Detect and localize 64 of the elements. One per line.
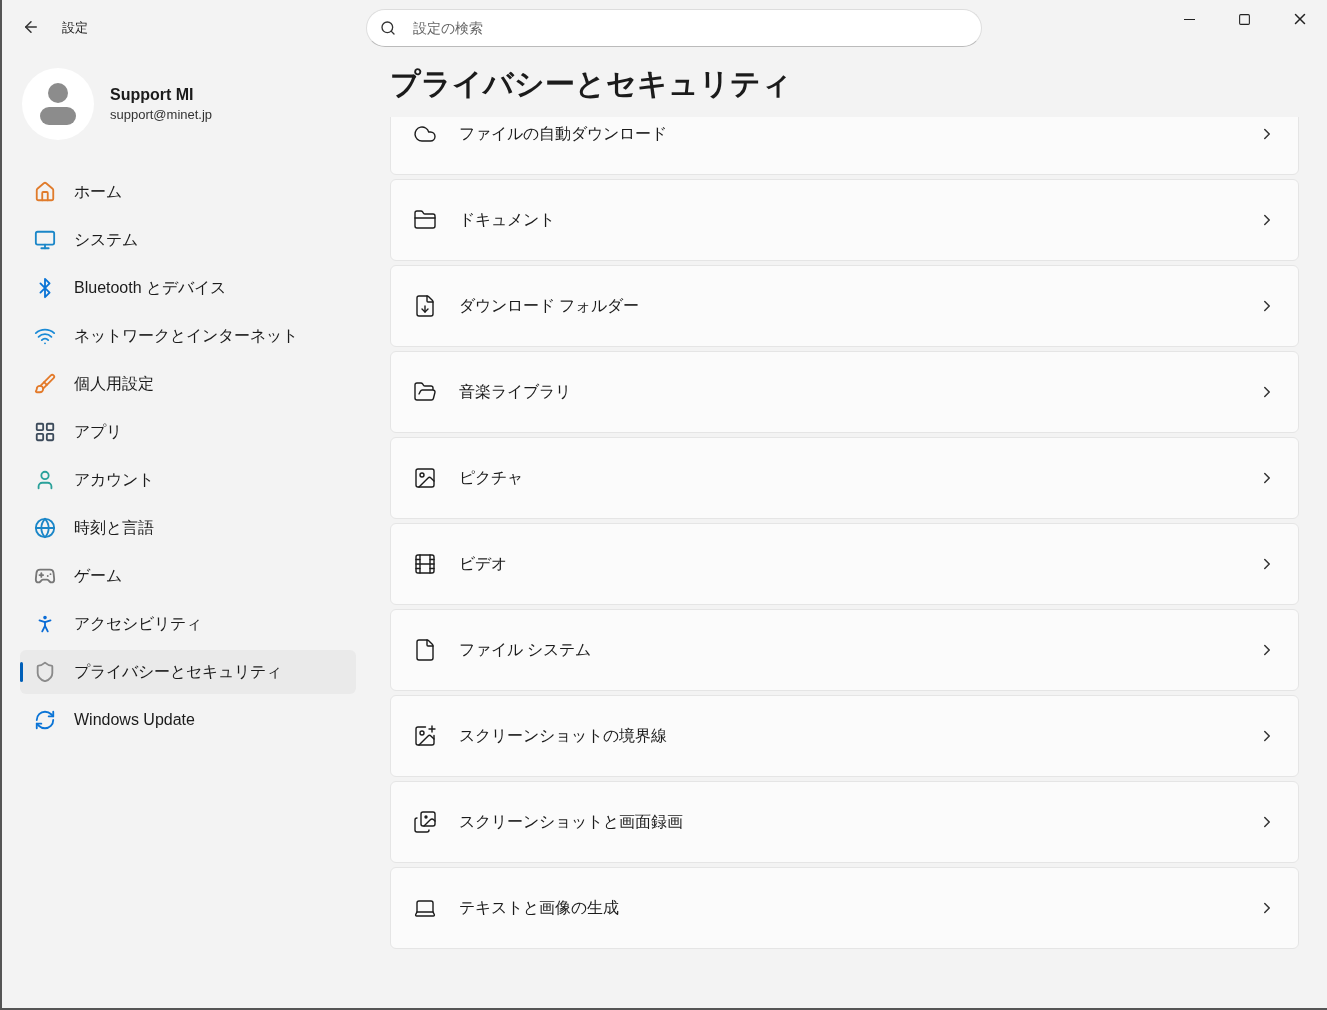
settings-row-label: スクリーンショットの境界線 — [459, 725, 667, 746]
settings-row[interactable]: ピクチャ — [390, 437, 1299, 519]
settings-row[interactable]: ファイルの自動ダウンロード — [390, 117, 1299, 175]
sidebar-item-label: Windows Update — [74, 711, 195, 729]
sidebar-item-label: アプリ — [74, 421, 122, 442]
film-icon — [413, 552, 437, 576]
page-title: プライバシーとセキュリティ — [390, 66, 793, 102]
sidebar-item[interactable]: 個人用設定 — [20, 362, 356, 406]
sidebar-item-label: アクセシビリティ — [74, 613, 202, 634]
settings-row[interactable]: ドキュメント — [390, 179, 1299, 261]
sidebar-item-label: ネットワークとインターネット — [74, 325, 298, 346]
settings-row-label: ビデオ — [459, 553, 507, 574]
settings-row[interactable]: ダウンロード フォルダー — [390, 265, 1299, 347]
settings-row-label: ダウンロード フォルダー — [459, 295, 640, 316]
search-field[interactable]: 設定の検索 — [366, 9, 982, 47]
sidebar-item[interactable]: ネットワークとインターネット — [20, 314, 356, 358]
monitor-icon — [34, 229, 56, 251]
settings-row-label: 音楽ライブラリ — [459, 381, 571, 402]
sidebar-item[interactable]: アプリ — [20, 410, 356, 454]
settings-row[interactable]: ファイル システム — [390, 609, 1299, 691]
picture-icon — [413, 466, 437, 490]
file-download-icon — [413, 294, 437, 318]
settings-row-label: ファイル システム — [459, 639, 592, 660]
sidebar-item[interactable]: Bluetooth とデバイス — [20, 266, 356, 310]
sidebar-item[interactable]: 時刻と言語 — [20, 506, 356, 550]
settings-row[interactable]: ビデオ — [390, 523, 1299, 605]
selection-indicator — [20, 662, 23, 682]
sidebar-item-label: ゲーム — [74, 565, 122, 586]
user-name: Support MI — [110, 86, 195, 104]
sidebar-item[interactable]: ゲーム — [20, 554, 356, 598]
settings-row[interactable]: テキストと画像の生成 — [390, 867, 1299, 949]
settings-row-label: ピクチャ — [459, 467, 523, 488]
sidebar-item-label: 時刻と言語 — [74, 517, 154, 538]
sidebar-item-label: ホーム — [74, 181, 122, 202]
person-silhouette-icon — [40, 83, 76, 125]
sidebar-item-label: Bluetooth とデバイス — [74, 277, 227, 298]
settings-row[interactable]: スクリーンショットの境界線 — [390, 695, 1299, 777]
update-icon — [34, 709, 56, 731]
sidebar-item-label: 個人用設定 — [74, 373, 154, 394]
search-icon — [380, 20, 396, 36]
sidebar-item[interactable]: アカウント — [20, 458, 356, 502]
sidebar-item[interactable]: システム — [20, 218, 356, 262]
sidebar-item-label: プライバシーとセキュリティ — [74, 661, 282, 682]
sidebar-item[interactable]: プライバシーとセキュリティ — [20, 650, 356, 694]
settings-row-label: テキストと画像の生成 — [459, 897, 619, 918]
settings-row-label: ファイルの自動ダウンロード — [459, 123, 667, 144]
settings-row-label: スクリーンショットと画面録画 — [459, 811, 683, 832]
sidebar-item[interactable]: Windows Update — [20, 698, 356, 742]
settings-row[interactable]: スクリーンショットと画面録画 — [390, 781, 1299, 863]
apps-grid-icon — [34, 421, 56, 443]
settings-row-label: ドキュメント — [459, 209, 555, 230]
user-email: support@minet.jp — [110, 107, 213, 122]
settings-row[interactable]: 音楽ライブラリ — [390, 351, 1299, 433]
file-icon — [413, 638, 437, 662]
sidebar-item[interactable]: ホーム — [20, 170, 356, 214]
shield-icon — [34, 661, 56, 683]
brush-icon — [34, 373, 56, 395]
minimize-icon — [1184, 18, 1195, 20]
sidebar-item-label: システム — [74, 229, 138, 250]
home-icon — [34, 181, 56, 203]
maximize-icon — [1238, 12, 1251, 26]
window-title: 設定 — [62, 19, 89, 37]
sidebar-item-label: アカウント — [74, 469, 154, 490]
sidebar-item[interactable]: アクセシビリティ — [20, 602, 356, 646]
